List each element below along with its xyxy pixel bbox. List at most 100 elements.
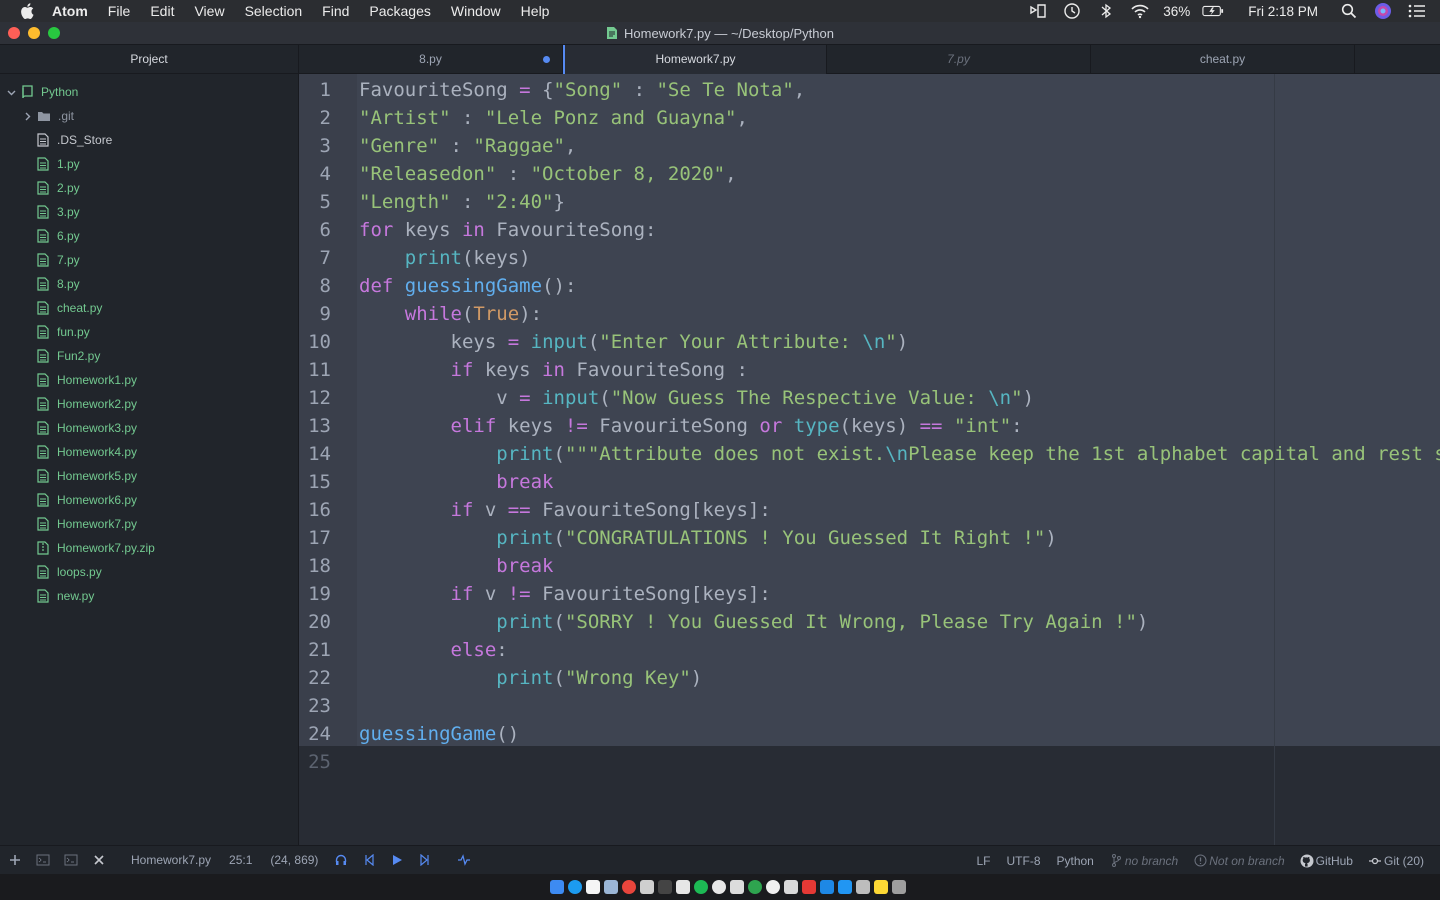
line-number[interactable]: 11 [299,356,331,384]
chrome-icon[interactable] [766,880,780,894]
folder-icon[interactable] [874,880,888,894]
minimize-window-button[interactable] [28,27,40,39]
next-track-icon[interactable] [418,853,432,867]
tree-file[interactable]: 1.py [0,152,298,176]
line-number[interactable]: 13 [299,412,331,440]
play-icon[interactable] [390,853,404,867]
unity-icon[interactable] [730,880,744,894]
previous-track-icon[interactable] [362,853,376,867]
preview-icon[interactable] [604,880,618,894]
project-panel-title[interactable]: Project [0,45,298,74]
terminal-icon[interactable] [36,853,50,867]
app-store-icon[interactable] [820,880,834,894]
tree-file[interactable]: loops.py [0,560,298,584]
live-icon[interactable] [658,880,672,894]
menu-find[interactable]: Find [312,0,359,22]
line-number[interactable]: 23 [299,692,331,720]
tab-cheat-py[interactable]: cheat.py [1091,45,1355,74]
line-number[interactable]: 18 [299,552,331,580]
line-number[interactable]: 7 [299,244,331,272]
wifi-icon[interactable] [1129,0,1151,22]
line-number[interactable]: 21 [299,636,331,664]
tree-root-python[interactable]: Python [0,80,298,104]
spotify-icon[interactable] [694,880,708,894]
tree-file[interactable]: cheat.py [0,296,298,320]
status-git[interactable]: Git (20) [1384,854,1424,868]
tree-file[interactable]: .DS_Store [0,128,298,152]
add-project-folder-icon[interactable] [8,853,22,867]
terminal-icon[interactable] [64,853,78,867]
siri-icon[interactable] [1372,0,1394,22]
tree-file[interactable]: 8.py [0,272,298,296]
status-branch[interactable]: no branch [1125,854,1178,868]
tree-file[interactable]: Homework7.py [0,512,298,536]
line-number[interactable]: 14 [299,440,331,468]
tab-7-py[interactable]: 7.py [827,45,1091,74]
tree-file[interactable]: 7.py [0,248,298,272]
line-number[interactable]: 16 [299,496,331,524]
finder-icon[interactable] [550,880,564,894]
record-icon[interactable] [802,880,816,894]
notification-center-icon[interactable] [1406,0,1428,22]
modified-indicator-icon[interactable] [543,56,550,63]
close-window-button[interactable] [8,27,20,39]
status-cursor-position[interactable]: 25:1 [229,853,252,867]
line-number[interactable]: 5 [299,188,331,216]
menu-app-name[interactable]: Atom [48,0,98,22]
tree-file[interactable]: Homework2.py [0,392,298,416]
menu-help[interactable]: Help [511,0,560,22]
tree-file[interactable]: 2.py [0,176,298,200]
headphones-icon[interactable] [334,853,348,867]
line-number[interactable]: 8 [299,272,331,300]
line-number[interactable]: 24 [299,720,331,748]
tree-file[interactable]: Homework1.py [0,368,298,392]
tree-file[interactable]: 3.py [0,200,298,224]
tree-file[interactable]: Homework3.py [0,416,298,440]
tree-file[interactable]: 6.py [0,224,298,248]
line-number[interactable]: 1 [299,76,331,104]
menu-edit[interactable]: Edit [140,0,184,22]
document-icon[interactable] [676,880,690,894]
line-number[interactable]: 6 [299,216,331,244]
tree-file[interactable]: new.py [0,584,298,608]
line-number[interactable]: 3 [299,132,331,160]
line-number[interactable]: 12 [299,384,331,412]
app-icon[interactable] [640,880,654,894]
menu-packages[interactable]: Packages [359,0,440,22]
battery-icon[interactable] [1202,0,1224,22]
notes-icon[interactable] [586,880,600,894]
menu-window[interactable]: Window [441,0,511,22]
status-selection-count[interactable]: (24, 869) [270,853,318,867]
tree-file[interactable]: Fun2.py [0,344,298,368]
tree-file[interactable]: Homework6.py [0,488,298,512]
fantastical-icon[interactable] [1027,0,1049,22]
status-line-ending[interactable]: LF [976,854,990,868]
line-number[interactable]: 10 [299,328,331,356]
tree-file[interactable]: fun.py [0,320,298,344]
system-icon[interactable] [784,880,798,894]
tree-folder-git[interactable]: .git [0,104,298,128]
menu-view[interactable]: View [184,0,234,22]
zoom-window-button[interactable] [48,27,60,39]
tab-8-py[interactable]: 8.py [299,45,563,74]
safari-icon[interactable] [568,880,582,894]
close-icon[interactable] [92,853,106,867]
line-number[interactable]: 9 [299,300,331,328]
line-number[interactable]: 20 [299,608,331,636]
status-encoding[interactable]: UTF-8 [1007,854,1041,868]
pulse-icon[interactable] [457,853,471,867]
time-machine-icon[interactable] [1061,0,1083,22]
atom-icon[interactable] [748,880,762,894]
line-number[interactable]: 25 [299,748,331,776]
status-remote[interactable]: Not on branch [1209,854,1284,868]
line-number[interactable]: 2 [299,104,331,132]
line-number[interactable]: 15 [299,468,331,496]
tab-homework7-py[interactable]: Homework7.py [563,45,827,75]
menu-file[interactable]: File [98,0,141,22]
menubar-clock[interactable]: Fri 2:18 PM [1248,4,1318,19]
menu-selection[interactable]: Selection [235,0,313,22]
line-number[interactable]: 17 [299,524,331,552]
status-file-name[interactable]: Homework7.py [131,853,211,867]
status-grammar[interactable]: Python [1057,854,1094,868]
spotlight-search-icon[interactable] [1338,0,1360,22]
